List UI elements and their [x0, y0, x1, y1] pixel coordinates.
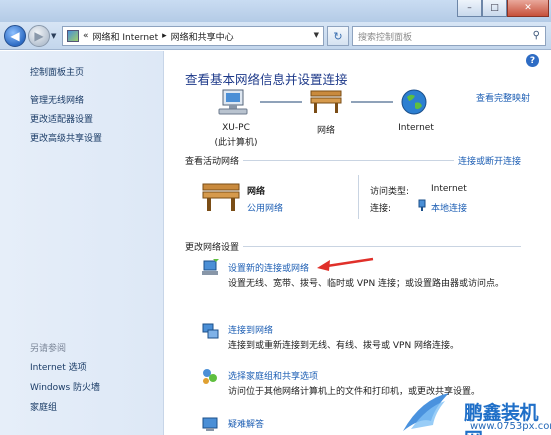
history-dropdown-icon[interactable]: ▼: [51, 32, 56, 40]
connect-network-icon: [202, 323, 219, 339]
network-type-link[interactable]: 公用网络: [247, 201, 283, 214]
connect-disconnect-link[interactable]: 连接或断开连接: [458, 154, 521, 167]
globe-icon: [401, 89, 427, 115]
network-bench-icon: [202, 183, 240, 211]
navigation-bar: ◀ ▶ ▼ « 网络和 Internet ▸ 网络和共享中心 ▼ ↻ 搜索控制面…: [0, 22, 551, 50]
active-network-name: 网络: [247, 187, 266, 197]
section-divider: [243, 160, 454, 161]
search-icon[interactable]: ⚲: [533, 30, 540, 41]
connection-label: 连接:: [370, 204, 392, 214]
help-icon[interactable]: ?: [526, 54, 539, 67]
refresh-button[interactable]: ↻: [327, 26, 349, 46]
map-node-internet: Internet: [398, 123, 434, 133]
ethernet-icon: [418, 199, 426, 211]
access-type-value: Internet: [431, 184, 467, 194]
breadcrumb-arrow-icon[interactable]: ▸: [162, 31, 167, 41]
address-bar[interactable]: « 网络和 Internet ▸ 网络和共享中心 ▼: [62, 26, 324, 46]
forward-button[interactable]: ▶: [28, 25, 50, 47]
advanced-sharing-link[interactable]: 更改高级共享设置: [30, 131, 102, 144]
map-node-network: 网络: [316, 126, 335, 136]
annotation-arrow-icon: [317, 257, 374, 271]
control-panel-home-link[interactable]: 控制面板主页: [30, 65, 84, 78]
local-connection-link[interactable]: 本地连接: [431, 201, 467, 214]
map-node-computer-name: XU-PC: [222, 123, 250, 133]
title-bar: – □ ✕: [0, 0, 551, 22]
troubleshoot-icon: [202, 417, 218, 431]
computer-icon: [218, 89, 248, 115]
change-settings-title: 更改网络设置: [185, 243, 240, 253]
window-controls: – □ ✕: [457, 0, 549, 18]
maximize-button[interactable]: □: [482, 0, 507, 17]
connect-to-network-link[interactable]: 连接到网络: [228, 323, 273, 336]
troubleshoot-link[interactable]: 疑难解答: [228, 417, 264, 430]
setup-new-connection-desc: 设置无线、宽带、拨号、临时或 VPN 连接；或设置路由器或访问点。: [228, 279, 505, 289]
map-link-line: [260, 101, 302, 103]
address-dropdown-icon[interactable]: ▼: [314, 31, 319, 39]
vertical-divider: [358, 175, 359, 219]
change-settings-header: 更改网络设置: [185, 240, 521, 253]
close-button[interactable]: ✕: [507, 0, 549, 17]
connect-to-network-desc: 连接到或重新连接到无线、有线、拨号或 VPN 网络连接。: [228, 341, 460, 351]
map-node-computer-sub: (此计算机): [214, 138, 258, 148]
view-full-map-link[interactable]: 查看完整映射: [476, 91, 530, 104]
breadcrumb-sharing-center[interactable]: 网络和共享中心: [171, 30, 234, 43]
breadcrumb-network-internet[interactable]: 网络和 Internet: [93, 30, 159, 43]
back-button[interactable]: ◀: [4, 25, 26, 47]
internet-options-link[interactable]: Internet 选项: [30, 360, 87, 373]
watermark-url: www.0753px.com: [470, 421, 551, 432]
map-link-line: [351, 101, 393, 103]
manage-wireless-link[interactable]: 管理无线网络: [30, 93, 84, 106]
see-also-label: 另请参阅: [30, 344, 67, 354]
access-type-label: 访问类型:: [370, 187, 410, 197]
left-nav-pane: 控制面板主页 管理无线网络 更改适配器设置 更改高级共享设置 另请参阅 Inte…: [0, 51, 164, 435]
active-networks-header: 查看活动网络 连接或断开连接: [185, 154, 521, 167]
minimize-button[interactable]: –: [457, 0, 482, 17]
change-adapter-link[interactable]: 更改适配器设置: [30, 112, 93, 125]
main-pane: ? 查看基本网络信息并设置连接 查看完整映射 XU-PC (此计算机) 网络 I…: [165, 51, 551, 435]
homegroup-link[interactable]: 家庭组: [30, 400, 57, 413]
homegroup-icon: [203, 369, 217, 384]
control-panel-icon: [67, 30, 79, 42]
breadcrumb-overflow[interactable]: «: [83, 31, 89, 41]
active-networks-title: 查看活动网络: [185, 157, 240, 167]
search-placeholder: 搜索控制面板: [358, 32, 413, 43]
page-title: 查看基本网络信息并设置连接: [185, 72, 348, 87]
search-input[interactable]: 搜索控制面板 ⚲: [352, 26, 546, 46]
network-bench-icon: [310, 90, 342, 113]
new-connection-icon: [202, 259, 219, 275]
windows-firewall-link[interactable]: Windows 防火墙: [30, 380, 100, 393]
homegroup-sharing-link[interactable]: 选择家庭组和共享选项: [228, 369, 318, 382]
section-divider: [243, 246, 521, 247]
setup-new-connection-link[interactable]: 设置新的连接或网络: [228, 261, 309, 274]
